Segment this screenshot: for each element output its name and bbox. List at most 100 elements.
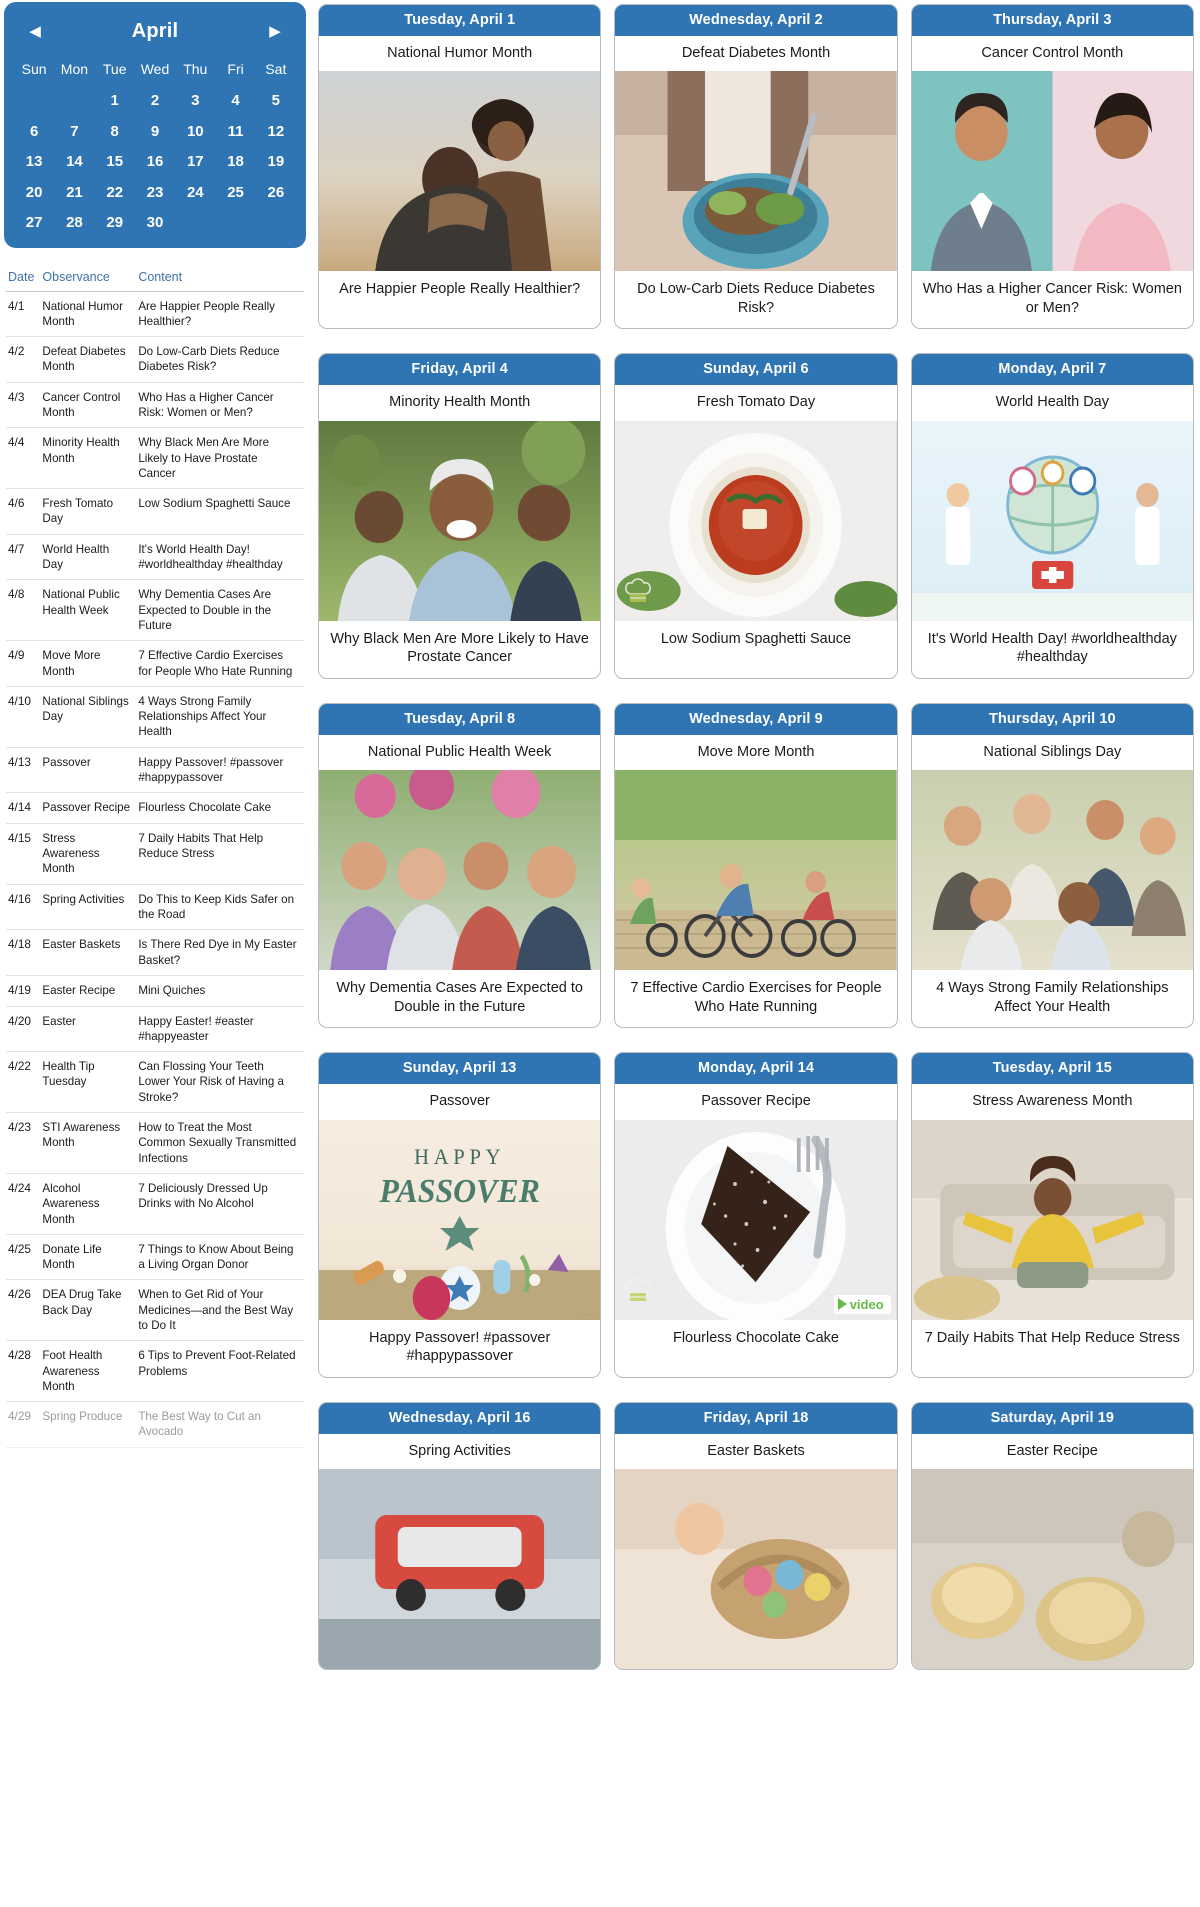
card-observance: Cancer Control Month (911, 36, 1193, 72)
content-card[interactable]: Wednesday, April 9 Move More Month 7 Effec… (614, 702, 898, 1029)
content-card[interactable]: Friday, April 18 Easter Baskets (614, 1401, 898, 1671)
table-row[interactable]: 4/28 Foot Health Awareness Month 6 Tips to… (6, 1340, 304, 1403)
row-observance: Move More Month (40, 640, 137, 687)
content-card[interactable]: Wednesday, April 16 Spring Activities (318, 1401, 602, 1671)
content-card[interactable]: Monday, April 7 World Health Day It's Worl… (910, 353, 1194, 679)
card-observance: Fresh Tomato Day (615, 385, 897, 421)
calendar-day-24[interactable]: 24 (175, 184, 215, 202)
calendar-day-3[interactable]: 3 (175, 92, 215, 110)
table-row[interactable]: 4/19 Easter Recipe Mini Quiches (6, 975, 304, 1007)
calendar-day-17[interactable]: 17 (175, 153, 215, 171)
video-badge[interactable]: video (833, 1294, 891, 1314)
table-row[interactable]: 4/10 National Siblings Day 4 Ways Strong F… (6, 686, 304, 748)
table-row[interactable]: 4/8 National Public Health Week Why Dement… (6, 579, 304, 642)
table-row[interactable]: 4/4 Minority Health Month Why Black Men Ar… (6, 427, 304, 490)
card-observance: National Public Health Week (319, 734, 601, 771)
table-row[interactable]: 4/24 Alcohol Awareness Month 7 Deliciously… (6, 1173, 304, 1235)
card-image (911, 770, 1193, 971)
row-date: 4/10 (6, 686, 41, 748)
row-date: 4/18 (6, 929, 41, 976)
prev-month-icon[interactable]: ◀ (24, 21, 46, 43)
svg-text:PASSOVER: PASSOVER (378, 1173, 540, 1210)
row-observance: Fresh Tomato Day (40, 488, 137, 535)
month-calendar: ◀ April ▶ Sun Mon Tue Wed Thu Fri Sat 1 2 3 4 5 6 7 8 9… (4, 2, 306, 248)
calendar-day-8[interactable]: 8 (95, 123, 135, 141)
card-observance: Easter Recipe (911, 1433, 1193, 1470)
calendar-day-28[interactable]: 28 (54, 214, 94, 232)
table-row[interactable]: 4/20 Easter Happy Easter! #easter #happyea… (6, 1006, 304, 1053)
table-row[interactable]: 4/29 Spring Produce The Best Way to Cut an… (6, 1401, 304, 1448)
card-caption: 7 Effective Cardio Exercises for People … (630, 980, 882, 1015)
card-observance: Move More Month (615, 734, 897, 771)
calendar-day-22[interactable]: 22 (95, 184, 135, 202)
table-row[interactable]: 4/25 Donate Life Month 7 Things to Know Ab… (6, 1234, 304, 1281)
card-image (615, 1469, 897, 1670)
calendar-day-14[interactable]: 14 (54, 153, 94, 171)
table-row[interactable]: 4/3 Cancer Control Month Who Has a Higher … (6, 382, 304, 429)
calendar-day-16[interactable]: 16 (135, 153, 175, 171)
content-card[interactable]: Wednesday, April 2 Defeat Diabetes Month D… (614, 4, 898, 330)
calendar-day-9[interactable]: 9 (135, 123, 175, 141)
table-row[interactable]: 4/23 STI Awareness Month How to Treat the … (6, 1112, 304, 1174)
calendar-day-23[interactable]: 23 (135, 184, 175, 202)
row-content: 6 Tips to Prevent Foot-Related Problems (136, 1340, 304, 1403)
content-card[interactable]: Saturday, April 19 Easter Recipe (910, 1401, 1194, 1671)
calendar-day-13[interactable]: 13 (14, 153, 54, 171)
calendar-day-7[interactable]: 7 (54, 123, 94, 141)
row-observance: Donate Life Month (40, 1234, 137, 1281)
next-month-icon[interactable]: ▶ (264, 21, 286, 43)
calendar-day-6[interactable]: 6 (14, 123, 54, 141)
content-card[interactable]: Sunday, April 13 Passover HAPPY PASSOVER ···… (318, 1052, 602, 1378)
card-observance: National Siblings Day (911, 734, 1193, 771)
row-observance: Stress Awareness Month (40, 823, 137, 885)
content-card[interactable]: Thursday, April 10 National Siblings Day 4… (910, 702, 1194, 1029)
calendar-day-11[interactable]: 11 (215, 123, 255, 141)
row-date: 4/2 (6, 336, 41, 383)
calendar-day-2[interactable]: 2 (135, 92, 175, 110)
card-date-header: Sunday, April 6 (615, 354, 897, 386)
table-row[interactable]: 4/13 Passover Happy Passover! #passover #h… (6, 747, 304, 794)
svg-text:HAPPY: HAPPY (414, 1144, 505, 1169)
calendar-day-19[interactable]: 19 (256, 153, 296, 171)
table-row[interactable]: 4/15 Stress Awareness Month 7 Daily Habits… (6, 823, 304, 885)
calendar-day-20[interactable]: 20 (14, 184, 54, 202)
table-row[interactable]: 4/2 Defeat Diabetes Month Do Low-Carb Diet… (6, 336, 304, 383)
calendar-day-12[interactable]: 12 (256, 123, 296, 141)
table-row[interactable]: 4/22 Health Tip Tuesday Can Flossing Your … (6, 1051, 304, 1114)
calendar-day-1[interactable]: 1 (95, 92, 135, 110)
table-row[interactable]: 4/6 Fresh Tomato Day Low Sodium Spaghetti … (6, 488, 304, 535)
row-observance: Easter Recipe (40, 975, 137, 1007)
calendar-day-21[interactable]: 21 (54, 184, 94, 202)
calendar-day-25[interactable]: 25 (215, 184, 255, 202)
calendar-day-27[interactable]: 27 (14, 214, 54, 232)
content-card[interactable]: Tuesday, April 1 National Humor Month Are … (318, 4, 602, 330)
calendar-day-26[interactable]: 26 (256, 184, 296, 202)
calendar-day-5[interactable]: 5 (256, 92, 296, 110)
table-row[interactable]: 4/1 National Humor Month Are Happier Peopl… (6, 291, 304, 338)
row-observance: Passover Recipe (40, 792, 137, 824)
content-card[interactable]: Friday, April 4 Minority Health Month Why … (318, 353, 602, 679)
table-row[interactable]: 4/16 Spring Activities Do This to Keep Kid… (6, 884, 304, 931)
content-card[interactable]: Tuesday, April 15 Stress Awareness Month 7… (910, 1052, 1194, 1378)
table-row[interactable]: 4/26 DEA Drug Take Back Day When to Get Ri… (6, 1279, 304, 1342)
calendar-day-4[interactable]: 4 (215, 92, 255, 110)
table-row[interactable]: 4/7 World Health Day It's World Health Day… (6, 534, 304, 581)
table-row[interactable]: 4/18 Easter Baskets Is There Red Dye in My… (6, 929, 304, 976)
content-card[interactable]: Tuesday, April 8 National Public Health W… (318, 702, 602, 1029)
content-card[interactable]: Thursday, April 3 Cancer Control Month Who… (910, 4, 1194, 330)
content-card[interactable]: Monday, April 14 Passover Recipe video Flou… (614, 1052, 898, 1378)
table-row[interactable]: 4/14 Passover Recipe Flourless Chocolate C… (6, 792, 304, 824)
calendar-day-15[interactable]: 15 (95, 153, 135, 171)
table-row[interactable]: 4/9 Move More Month 7 Effective Cardio Exe… (6, 640, 304, 687)
calendar-day-29[interactable]: 29 (95, 214, 135, 232)
calendar-day-10[interactable]: 10 (175, 123, 215, 141)
calendar-dow-tue: Tue (102, 61, 127, 77)
calendar-day-30[interactable]: 30 (135, 214, 175, 232)
content-card[interactable]: Sunday, April 6 Fresh Tomato Day Low Sodiu… (614, 353, 898, 679)
row-date: 4/26 (6, 1279, 41, 1342)
card-date-header: Monday, April 7 (911, 354, 1193, 386)
calendar-day-18[interactable]: 18 (215, 153, 255, 171)
card-image (911, 420, 1193, 621)
card-image (319, 71, 601, 272)
card-caption: 4 Ways Strong Family Relationships Affec… (936, 980, 1169, 1015)
